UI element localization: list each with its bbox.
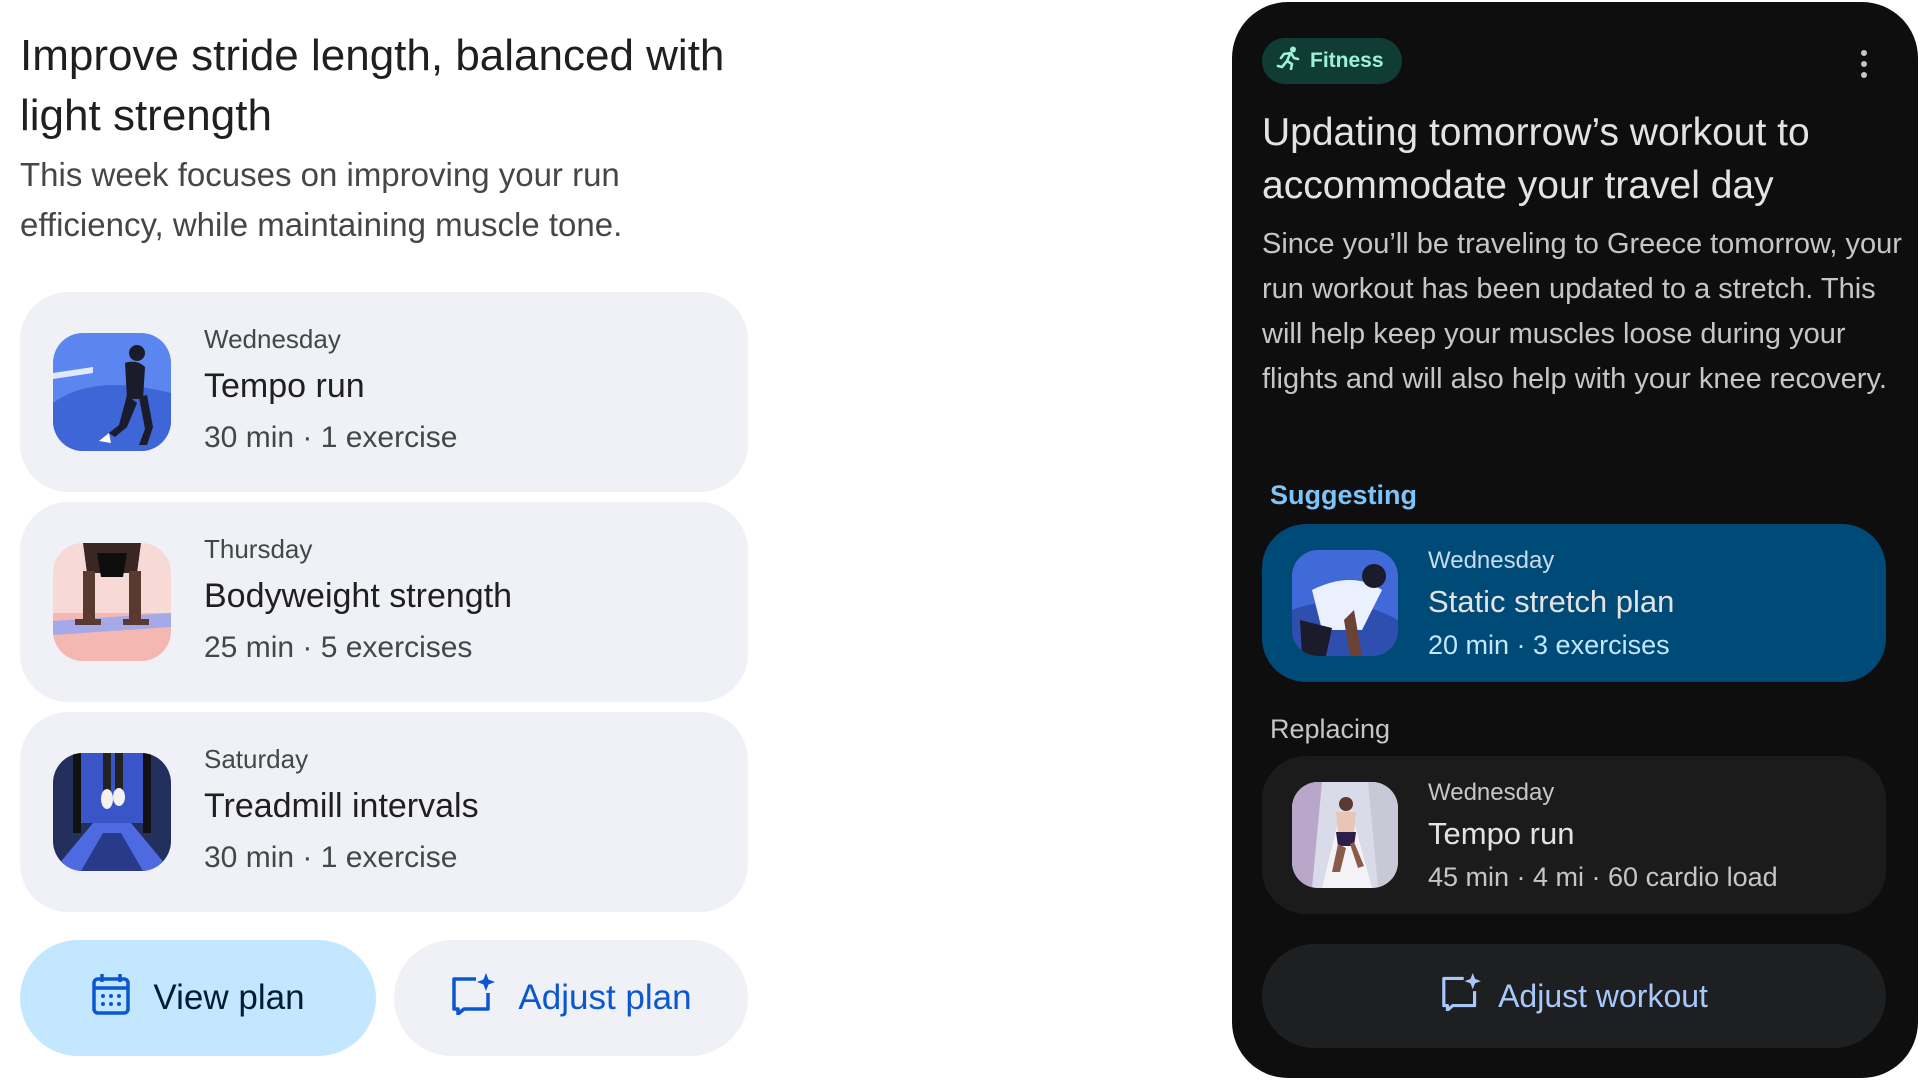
running-person-icon — [1276, 46, 1302, 76]
view-plan-label: View plan — [153, 978, 305, 1017]
plan-card-tempo-run[interactable]: Wednesday Tempo run 30 min · 1 exercise — [20, 292, 748, 492]
workout-day: Wednesday — [1428, 547, 1555, 574]
plan-name: Treadmill intervals — [204, 787, 479, 825]
treadmill-illustration — [53, 753, 171, 871]
plank-illustration — [53, 543, 171, 661]
plan-card-text: Wednesday Tempo run 30 min · 1 exercise — [204, 322, 457, 458]
calendar-icon — [91, 972, 131, 1025]
plan-name: Tempo run — [204, 367, 365, 405]
fitness-chip[interactable]: Fitness — [1262, 38, 1402, 84]
sparkle-edit-icon — [1440, 973, 1482, 1019]
plan-actions: View plan Adjust plan — [20, 940, 748, 1056]
plan-card-text: Saturday Treadmill intervals 30 min · 1 … — [204, 742, 479, 878]
fitness-chip-label: Fitness — [1310, 49, 1384, 72]
notification-body: Since you’ll be traveling to Greece tomo… — [1262, 228, 1902, 395]
workout-day: Wednesday — [1428, 779, 1555, 806]
plan-card-text: Thursday Bodyweight strength 25 min · 5 … — [204, 532, 512, 668]
suggested-workout-text: Wednesday Static stretch plan 20 min · 3… — [1428, 544, 1674, 664]
plan-meta: 25 min · 5 exercises — [204, 631, 473, 664]
plan-card-treadmill-intervals[interactable]: Saturday Treadmill intervals 30 min · 1 … — [20, 712, 748, 912]
suggesting-label: Suggesting — [1270, 480, 1417, 510]
weekly-plan-panel: Improve stride length, balanced with lig… — [20, 26, 750, 912]
stretch-illustration — [1292, 550, 1398, 656]
replacing-label: Replacing — [1270, 714, 1391, 744]
screen: Improve stride length, balanced with lig… — [0, 0, 1920, 1080]
plan-day: Thursday — [204, 534, 313, 564]
plan-meta: 30 min · 1 exercise — [204, 421, 458, 454]
plan-card-bodyweight-strength[interactable]: Thursday Bodyweight strength 25 min · 5 … — [20, 502, 748, 702]
more-vertical-icon[interactable] — [1860, 50, 1868, 78]
workout-name: Tempo run — [1428, 816, 1575, 851]
notification-card: Fitness Updating tomorrow’s workout to a… — [1232, 2, 1918, 1078]
runner-illustration — [53, 333, 171, 451]
plan-meta: 30 min · 1 exercise — [204, 841, 458, 874]
notification-title: Updating tomorrow’s workout to accommoda… — [1262, 111, 1810, 207]
adjust-workout-button[interactable]: Adjust workout — [1262, 944, 1886, 1048]
workout-meta: 20 min · 3 exercises — [1428, 630, 1670, 660]
sparkle-edit-icon — [450, 972, 496, 1024]
replaced-workout-text: Wednesday Tempo run 45 min · 4 mi · 60 c… — [1428, 776, 1778, 896]
plan-name: Bodyweight strength — [204, 577, 513, 615]
plan-day: Wednesday — [204, 324, 341, 354]
workout-meta: 45 min · 4 mi · 60 cardio load — [1428, 862, 1778, 892]
workout-name: Static stretch plan — [1428, 584, 1675, 619]
plan-subtitle: This week focuses on improving your run … — [20, 156, 623, 243]
view-plan-button[interactable]: View plan — [20, 940, 376, 1056]
runner-outdoor-illustration — [1292, 782, 1398, 888]
replaced-workout-card[interactable]: Wednesday Tempo run 45 min · 4 mi · 60 c… — [1262, 756, 1886, 914]
adjust-plan-label: Adjust plan — [518, 978, 692, 1017]
adjust-workout-label: Adjust workout — [1498, 977, 1708, 1014]
plan-title: Improve stride length, balanced with lig… — [20, 31, 725, 140]
adjust-plan-button[interactable]: Adjust plan — [394, 940, 748, 1056]
plan-day: Saturday — [204, 744, 309, 774]
suggested-workout-card[interactable]: Wednesday Static stretch plan 20 min · 3… — [1262, 524, 1886, 682]
plan-list: Wednesday Tempo run 30 min · 1 exercise — [20, 292, 750, 912]
